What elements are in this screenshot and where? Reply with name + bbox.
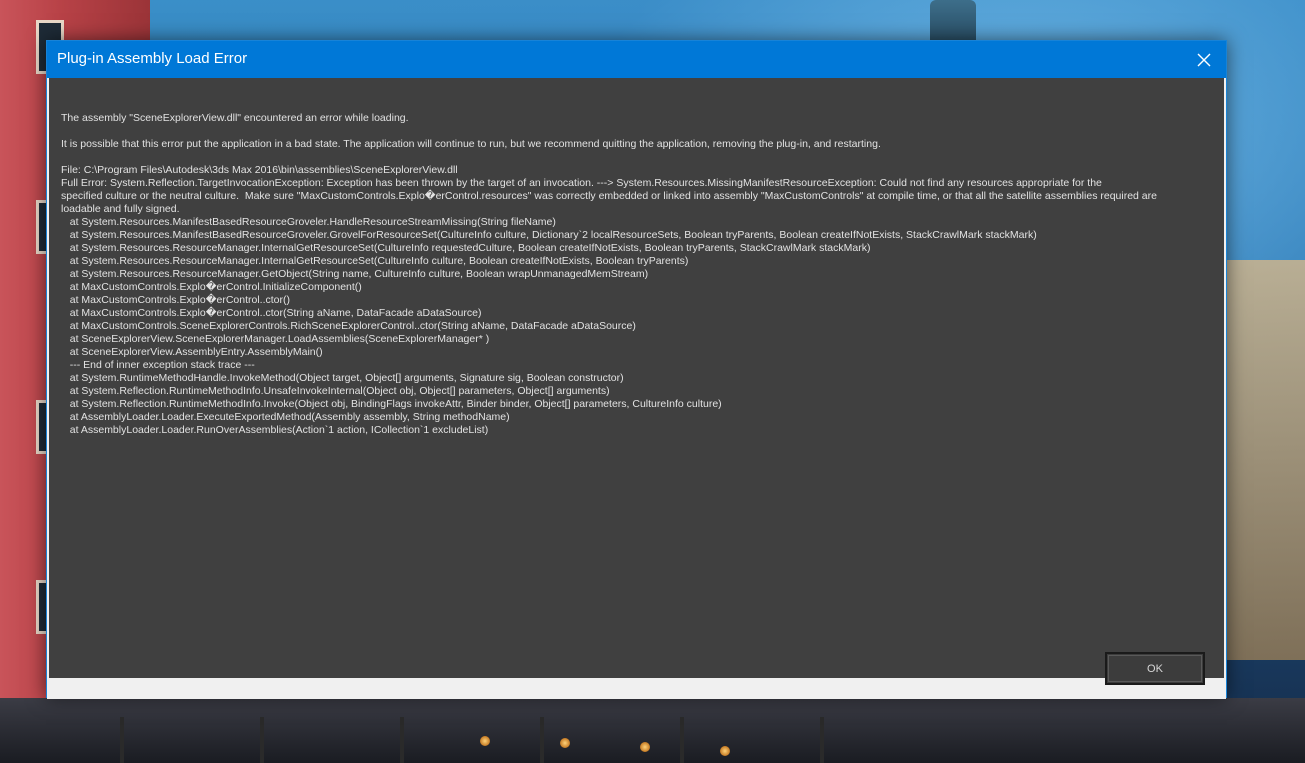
file-path-line: File: C:\Program Files\Autodesk\3ds Max … (61, 164, 458, 176)
stack-trace-line: at MaxCustomControls.SceneExplorerContro… (61, 320, 636, 332)
stack-trace-line: at System.Resources.ResourceManager.Inte… (61, 242, 871, 254)
dialog-footer (47, 678, 1226, 699)
error-line: loadable and fully signed. (61, 203, 180, 215)
plugin-error-dialog: Plug-in Assembly Load Error The assembly… (46, 40, 1227, 699)
stack-trace-line: at System.RuntimeMethodHandle.InvokeMeth… (61, 372, 624, 384)
stack-trace-line: at MaxCustomControls.Explo�erControl.Ini… (61, 281, 362, 293)
assembly-error-line: The assembly "SceneExplorerView.dll" enc… (61, 112, 409, 124)
close-icon (1197, 53, 1211, 66)
stack-trace-line: --- End of inner exception stack trace -… (61, 359, 255, 371)
stack-trace-line: at System.Resources.ResourceManager.GetO… (61, 268, 649, 280)
dialog-titlebar[interactable]: Plug-in Assembly Load Error (47, 41, 1226, 78)
stack-trace-line: at SceneExplorerView.SceneExplorerManage… (61, 333, 490, 345)
ok-button[interactable]: OK (1105, 652, 1205, 685)
ok-button-focus-border (1108, 655, 1202, 682)
stack-trace-line: at MaxCustomControls.Explo�erControl..ct… (61, 307, 482, 319)
stack-trace-line: at System.Resources.ManifestBasedResourc… (61, 216, 556, 228)
close-button[interactable] (1182, 41, 1226, 78)
stack-trace-line: at AssemblyLoader.Loader.RunOverAssembli… (61, 424, 489, 436)
wallpaper-building-right (1225, 260, 1305, 660)
wallpaper-bridge (0, 698, 1305, 763)
error-message-area: The assembly "SceneExplorerView.dll" enc… (49, 78, 1224, 678)
stack-trace-line: at SceneExplorerView.AssemblyEntry.Assem… (61, 346, 323, 358)
stack-trace-line: at System.Resources.ManifestBasedResourc… (61, 229, 1037, 241)
wallpaper-tower (930, 0, 976, 40)
error-line: Full Error: System.Reflection.TargetInvo… (61, 177, 1102, 189)
bad-state-line: It is possible that this error put the a… (61, 138, 881, 150)
stack-trace-line: at System.Reflection.RuntimeMethodInfo.U… (61, 385, 610, 397)
stack-trace-line: at System.Reflection.RuntimeMethodInfo.I… (61, 398, 722, 410)
stack-trace-line: at AssemblyLoader.Loader.ExecuteExported… (61, 411, 510, 423)
dialog-title: Plug-in Assembly Load Error (57, 50, 248, 67)
stack-trace-line: at System.Resources.ResourceManager.Inte… (61, 255, 689, 267)
error-line: specified culture or the neutral culture… (61, 190, 1157, 202)
stack-trace-line: at MaxCustomControls.Explo�erControl..ct… (61, 294, 291, 306)
